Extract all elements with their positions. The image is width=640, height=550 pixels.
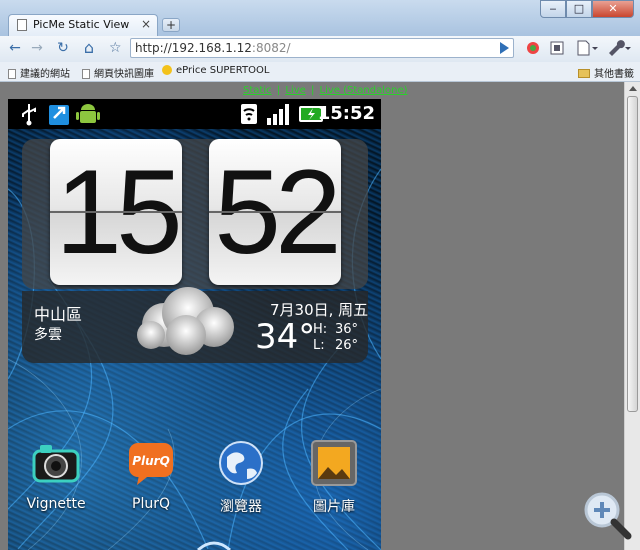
high-label: H: bbox=[313, 322, 328, 337]
app-browser[interactable]: 瀏覽器 bbox=[201, 439, 281, 529]
minimize-button[interactable]: ‒ bbox=[540, 0, 566, 18]
tab-close-icon[interactable]: × bbox=[141, 17, 151, 31]
app-label: Vignette bbox=[26, 496, 86, 512]
page-content: Static | Live | Live (Standalone) 15:52 … bbox=[0, 82, 624, 550]
weather-temperature: 34° bbox=[255, 317, 316, 357]
folder-icon bbox=[578, 69, 590, 78]
weather-condition: 多雲 bbox=[34, 327, 62, 343]
page-icon bbox=[17, 19, 27, 31]
go-icon[interactable] bbox=[500, 42, 509, 54]
separator: | bbox=[276, 85, 281, 96]
reload-icon[interactable]: ↻ bbox=[54, 39, 72, 57]
tab-picme[interactable]: PicMe Static View × bbox=[8, 14, 158, 36]
url-port: :8082/ bbox=[251, 41, 291, 55]
address-bar[interactable]: ☆ http://192.168.1.12:8082/ bbox=[109, 38, 514, 58]
signal-icon bbox=[267, 104, 289, 125]
status-clock: 15:52 bbox=[317, 103, 375, 124]
wrench-icon[interactable] bbox=[606, 40, 632, 56]
app-plurq[interactable]: PlurQ PlurQ bbox=[111, 439, 191, 529]
bee-icon bbox=[162, 65, 172, 75]
url-text: http://192.168.1.12:8082/ bbox=[135, 41, 291, 55]
url-host: http://192.168.1.12 bbox=[135, 41, 252, 55]
close-window-button[interactable]: ✕ bbox=[592, 0, 634, 18]
new-tab-button[interactable]: + bbox=[162, 18, 180, 32]
flip-hinge bbox=[50, 211, 182, 213]
view-mode-links: Static | Live | Live (Standalone) bbox=[243, 85, 408, 96]
clock-minute-card: 52 bbox=[209, 139, 342, 285]
back-icon[interactable]: ← bbox=[6, 39, 24, 57]
app-label: PlurQ bbox=[132, 496, 170, 512]
static-link[interactable]: Static bbox=[243, 85, 272, 96]
bookmark-star-icon[interactable]: ☆ bbox=[109, 40, 122, 56]
window-controls: ‒ □ ✕ bbox=[540, 0, 634, 18]
bookmark-item[interactable]: ePrice SUPERTOOL bbox=[162, 65, 269, 76]
update-icon bbox=[49, 105, 69, 125]
page-icon bbox=[8, 69, 16, 79]
zoom-in-icon[interactable] bbox=[582, 490, 634, 542]
extension-icon[interactable] bbox=[526, 41, 540, 55]
bookmark-item[interactable]: 網頁快訊圖庫 bbox=[82, 65, 154, 80]
gallery-icon bbox=[311, 440, 357, 486]
tab-title: PicMe Static View bbox=[33, 18, 130, 31]
app-gallery[interactable]: 圖片庫 bbox=[294, 439, 374, 529]
vertical-scrollbar[interactable] bbox=[624, 82, 640, 550]
bookmark-item[interactable]: 建議的網站 bbox=[8, 65, 70, 80]
weather-location: 中山區 bbox=[34, 305, 83, 324]
navigation-toolbar: ← → ↻ ⌂ ☆ http://192.168.1.12:8082/ bbox=[0, 36, 640, 62]
live-standalone-link[interactable]: Live (Standalone) bbox=[320, 85, 408, 96]
high-temperature: 36° bbox=[335, 322, 359, 337]
title-bar: PicMe Static View × + ‒ □ ✕ bbox=[0, 0, 640, 36]
android-status-bar: 15:52 bbox=[8, 99, 381, 129]
svg-text:PlurQ: PlurQ bbox=[132, 454, 170, 468]
low-label: L: bbox=[313, 338, 325, 353]
dock-handle-icon[interactable] bbox=[194, 537, 234, 550]
flip-hinge bbox=[209, 211, 341, 213]
scroll-up-arrow-icon[interactable] bbox=[629, 86, 637, 91]
plurq-icon: PlurQ bbox=[129, 443, 173, 485]
page-action-icon[interactable] bbox=[550, 41, 564, 55]
globe-icon bbox=[219, 441, 263, 485]
wifi-icon bbox=[241, 104, 257, 124]
page-icon bbox=[82, 69, 90, 79]
live-link[interactable]: Live bbox=[285, 85, 305, 96]
other-bookmarks[interactable]: 其他書籤 bbox=[578, 65, 634, 80]
low-temperature: 26° bbox=[335, 338, 359, 353]
app-label: 圖片庫 bbox=[313, 499, 355, 515]
app-label: 瀏覽器 bbox=[220, 499, 262, 515]
scrollbar-thumb[interactable] bbox=[627, 96, 638, 412]
android-icon bbox=[76, 104, 100, 123]
cloud-icon bbox=[137, 287, 234, 355]
home-icon[interactable]: ⌂ bbox=[80, 39, 98, 57]
page-menu-icon[interactable] bbox=[576, 40, 598, 56]
app-vignette[interactable]: Vignette bbox=[16, 439, 96, 529]
separator: | bbox=[310, 85, 315, 96]
forward-icon[interactable]: → bbox=[28, 39, 46, 57]
bookmarks-bar: 建議的網站 網頁快訊圖庫 ePrice SUPERTOOL 其他書籤 bbox=[0, 62, 640, 82]
maximize-button[interactable]: □ bbox=[566, 0, 592, 18]
camera-icon bbox=[32, 445, 80, 483]
clock-hour-card: 15 bbox=[50, 139, 183, 285]
phone-screenshot: 15:52 15 52 中山區 多雲 7月30日, 周五 34° H: 36° … bbox=[8, 99, 381, 550]
usb-icon bbox=[22, 104, 36, 126]
